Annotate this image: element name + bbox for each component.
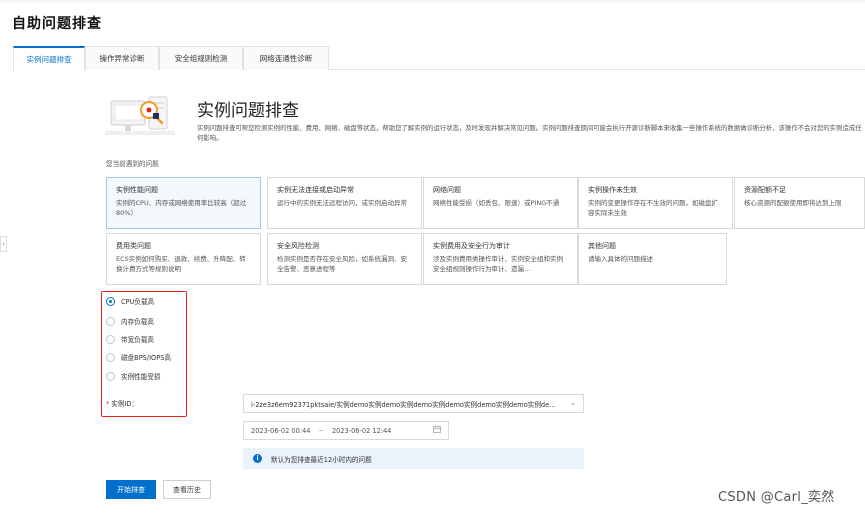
chevron-down-icon: ⌄ [570, 399, 576, 407]
card-title: 实例性能问题 [116, 186, 158, 194]
diagnosis-illustration-icon [105, 96, 175, 135]
range-end: 2023-06-02 12:44 [331, 426, 392, 435]
card-description: 实例的变更操作存在不生效的问题，如磁盘扩容实际未生效 [588, 199, 718, 217]
card-network-issue[interactable]: 网络问题 网络性能受损（如丢包、限速）或PING不通 [423, 177, 578, 229]
calendar-icon [433, 425, 441, 433]
info-icon: i [253, 454, 262, 463]
problem-prompt-label: 您当前遇到的问题 [106, 160, 159, 168]
card-description: 运行中的实例无法远程访问，或实例启动异常 [277, 199, 407, 207]
collapse-sidebar-arrow-icon[interactable]: ‹ [0, 236, 7, 252]
card-title: 费用类问题 [116, 242, 151, 250]
hero-description: 实例问题排查可帮您检测实例的性能、费用、网络、磁盘等状态，帮助您了解实例的运行状… [197, 124, 862, 142]
tab-operation-diagnosis[interactable]: 操作异常诊断 [85, 46, 159, 70]
card-description: 涉及实例费用类操作审计、实例安全组和实例安全组规则操作行为审计、遗漏… [433, 255, 563, 273]
range-start: 2023-06-02 00:44 [251, 426, 311, 435]
card-security-risk[interactable]: 安全风险检测 检测实例是否存在安全风险，如系统漏洞、安全告警、恶意进程等 [267, 233, 422, 285]
hero-title: 实例问题排查 [197, 101, 299, 121]
card-billing-security-audit[interactable]: 实例费用及安全行为审计 涉及实例费用类操作审计、实例安全组和实例安全组规则操作行… [423, 233, 578, 285]
card-billing-issue[interactable]: 费用类问题 ECS实例如何购买、退款、续费、升降配、转换计费方式等规则说明 [106, 233, 261, 285]
top-breadcrumb-strip [0, 0, 865, 3]
radio-bandwidth-high[interactable]: 带宽负载高 [106, 334, 154, 344]
card-description: 实例的CPU、内存或网络使用率比较高（超过80%） [116, 199, 247, 217]
radio-unchecked-icon[interactable] [106, 334, 115, 344]
instance-id-label: * 实例ID： [106, 398, 138, 408]
watermark-text: CSDN @Carl_奕然 [718, 490, 835, 505]
card-instance-performance[interactable]: 实例性能问题 实例的CPU、内存或网络使用率比较高（超过80%） [106, 177, 261, 229]
card-title: 安全风险检测 [277, 242, 319, 250]
notice-text: 默认为您排查最近12小时内的问题 [271, 455, 372, 464]
radio-unchecked-icon[interactable] [106, 316, 115, 326]
card-quota-insufficient[interactable]: 资源配额不足 核心资源的配额使用即将达到上限 [734, 177, 865, 229]
card-description: 检测实例是否存在安全风险，如系统漏洞、安全告警、恶意进程等 [277, 255, 407, 273]
radio-memory-high[interactable]: 内存负载高 [106, 316, 154, 326]
card-description: 核心资源的配额使用即将达到上限 [744, 199, 842, 207]
radio-disk-bps-iops-high[interactable]: 磁盘BPS/IOPS高 [106, 352, 171, 362]
card-title: 网络问题 [433, 186, 461, 194]
card-description: 网络性能受损（如丢包、限速）或PING不通 [433, 199, 560, 207]
tab-security-group-check[interactable]: 安全组规则检测 [159, 46, 243, 70]
radio-label: CPU负载高 [121, 298, 155, 306]
card-title: 其他问题 [588, 242, 616, 250]
card-description: ECS实例如何购买、退款、续费、升降配、转换计费方式等规则说明 [116, 255, 246, 273]
radio-label: 内存负载高 [121, 318, 154, 326]
instance-id-value: i-2ze3z6em92371pktsaie/实例demo实例demo实例dem… [251, 400, 556, 409]
view-history-button[interactable]: 查看历史 [163, 480, 211, 499]
radio-label: 带宽负载高 [121, 336, 154, 344]
card-other-issue[interactable]: 其他问题 请输入具体的问题描述 [578, 233, 727, 285]
card-title: 资源配额不足 [744, 186, 786, 194]
card-operation-not-effective[interactable]: 实例操作未生效 实例的变更操作存在不生效的问题，如磁盘扩容实际未生效 [578, 177, 733, 229]
instance-id-label-text: 实例ID： [111, 400, 139, 408]
time-range-picker[interactable]: 2023-06-02 00:44 ~ 2023-06-02 12:44 [243, 421, 449, 440]
info-notice: i 默认为您排查最近12小时内的问题 [243, 448, 584, 469]
instance-id-select[interactable]: i-2ze3z6em92371pktsaie/实例demo实例demo实例dem… [243, 394, 584, 413]
card-description: 请输入具体的问题描述 [588, 255, 653, 263]
radio-checked-icon[interactable] [106, 296, 115, 306]
radio-unchecked-icon[interactable] [106, 352, 115, 362]
range-separator: ~ [318, 426, 324, 435]
radio-performance-impaired[interactable]: 实例性能受损 [106, 371, 161, 381]
radio-cpu-high[interactable]: CPU负载高 [106, 296, 154, 306]
radio-label: 磁盘BPS/IOPS高 [121, 354, 171, 362]
required-mark: * [106, 400, 110, 408]
tab-network-connectivity[interactable]: 网络连通性诊断 [243, 46, 329, 70]
start-diagnosis-button[interactable]: 开始排查 [106, 480, 156, 499]
tab-bar: 实例问题排查 操作异常诊断 安全组规则检测 网络连通性诊断 [13, 46, 865, 71]
tab-instance-diagnosis[interactable]: 实例问题排查 [13, 46, 85, 71]
card-title: 实例无法连接或启动异常 [277, 186, 354, 194]
page-title: 自助问题排查 [12, 16, 102, 32]
card-title: 实例费用及安全行为审计 [433, 242, 510, 250]
card-connection-startup[interactable]: 实例无法连接或启动异常 运行中的实例无法远程访问，或实例启动异常 [267, 177, 422, 229]
radio-unchecked-icon[interactable] [106, 371, 115, 381]
card-title: 实例操作未生效 [588, 186, 637, 194]
radio-label: 实例性能受损 [121, 373, 161, 381]
